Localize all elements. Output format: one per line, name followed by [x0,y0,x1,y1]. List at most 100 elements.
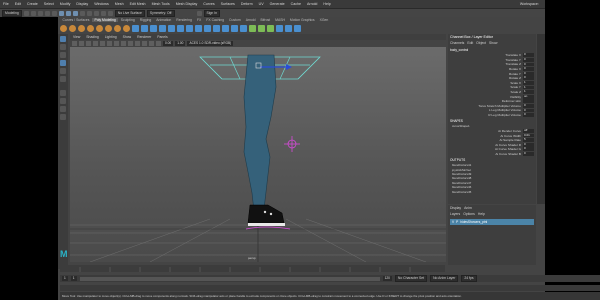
shelf-tab-mash[interactable]: MASH [273,18,288,22]
shelf-tab-arnold[interactable]: Arnold [243,18,258,22]
shelf-tab-fx-caching[interactable]: FX Caching [204,18,227,22]
attr-value-field[interactable]: on [523,94,534,99]
snap-point-icon[interactable] [93,10,99,16]
poly-torus-icon[interactable] [96,24,103,32]
gamma-field[interactable]: 1.00 [175,41,186,46]
menu-mesh-display[interactable]: Mesh Display [173,2,201,6]
menu-generate[interactable]: Generate [267,2,288,6]
fill-hole-icon[interactable] [204,24,211,32]
bevel-icon[interactable] [195,24,202,32]
menu-layers[interactable]: Layers [450,212,460,216]
scale-tool-icon[interactable] [60,76,66,82]
vp-menu-view[interactable]: View [70,35,83,39]
menu-edit-mesh[interactable]: Edit Mesh [127,2,149,6]
time-slider[interactable] [60,265,445,272]
multi-cut-icon[interactable] [222,24,229,32]
perspective-viewport[interactable] [70,47,446,263]
menu-edit[interactable]: Edit [12,2,24,6]
poly-disc-icon[interactable] [114,24,121,32]
menu-options[interactable]: Options [463,212,475,216]
menu-cache[interactable]: Cache [288,2,304,6]
menu-modify[interactable]: Modify [57,2,74,6]
vp-menu-shading[interactable]: Shading [83,35,101,39]
menu-select[interactable]: Select [41,2,57,6]
boolean-icon[interactable] [159,24,166,32]
smooth-shade-icon[interactable] [121,41,126,46]
exposure-field[interactable]: 0.00 [163,41,174,46]
edge-loop-icon[interactable] [231,24,238,32]
delete-history-icon[interactable] [294,24,301,32]
ipr-render-icon[interactable] [107,10,113,16]
move-tool-icon[interactable] [60,60,66,66]
poly-plane-icon[interactable] [105,24,112,32]
image-plane-icon[interactable] [86,41,91,46]
merge-icon[interactable] [213,24,220,32]
shelf-tab-rendering[interactable]: Rendering [174,18,195,22]
color-space-dropdown[interactable]: ACES 1.0 SDR-video (sRGB) [187,41,234,46]
playback-toggle-icon[interactable]: P [456,220,458,224]
tab-show[interactable]: Show [489,41,497,45]
rotate-tool-icon[interactable] [60,68,66,74]
isolate-select-icon[interactable] [149,41,154,46]
layer-row[interactable]: V P hidesShowers_ptnl [450,219,534,225]
select-object-icon[interactable] [65,10,71,16]
separate-icon[interactable] [141,24,148,32]
save-scene-icon[interactable] [37,10,43,16]
shelf-tab-fx[interactable]: FX [194,18,203,22]
shelf-tab-animation[interactable]: Animation [154,18,174,22]
menu-layer-help[interactable]: Help [478,212,485,216]
snap-grid-icon[interactable] [79,10,85,16]
menu-display[interactable]: Display [73,2,91,6]
redo-icon[interactable] [51,10,57,16]
shelf-tab-xgen[interactable]: XGen [317,18,331,22]
film-gate-icon[interactable] [100,41,105,46]
signin-button[interactable]: Sign In [203,9,221,17]
visibility-toggle-icon[interactable]: V [452,220,454,224]
camera-attributes-icon[interactable] [72,41,77,46]
tab-anim[interactable]: Anim [464,206,472,210]
menu-deform[interactable]: Deform [238,2,256,6]
select-component-icon[interactable] [72,10,78,16]
grid-toggle-icon[interactable] [93,41,98,46]
character-set-dropdown[interactable]: No Character Set [394,275,428,282]
open-scene-icon[interactable] [30,10,36,16]
tab-edit[interactable]: Edit [467,41,473,45]
menu-help[interactable]: Help [320,2,333,6]
range-end-field[interactable]: 120 [382,276,392,281]
menu-set-dropdown[interactable]: Modeling [2,9,22,17]
shape-attr-value-field[interactable]: 0 [523,151,534,156]
shelf-tab-rigging[interactable]: Rigging [137,18,154,22]
symmetry-dropdown[interactable]: Symmetry: Off [146,9,175,17]
menu-curves[interactable]: Curves [200,2,217,6]
bookmark-icon[interactable] [79,41,84,46]
shelf-tab-motion-graphics[interactable]: Motion Graphics [287,18,317,22]
undo-icon[interactable] [44,10,50,16]
side-panel-tabs[interactable] [537,34,545,204]
shelf-tab-poly-modeling[interactable]: Poly Modeling [91,18,119,22]
menu-file[interactable]: File [0,2,12,6]
uv-editor-icon[interactable] [249,24,256,32]
user-icon[interactable] [196,10,202,16]
poly-pyramid-icon[interactable] [123,24,130,32]
lights-icon[interactable] [135,41,140,46]
tab-object[interactable]: Object [476,41,486,45]
shelf-tab-curves-surfaces[interactable]: Curves / Surfaces [60,18,92,22]
lasso-tool-icon[interactable] [60,44,66,50]
shadows-icon[interactable] [142,41,147,46]
poly-cylinder-icon[interactable] [78,24,85,32]
range-slider[interactable] [79,276,380,281]
poly-sphere-icon[interactable] [60,24,67,32]
shelf-tab-bifrost[interactable]: Bifrost [258,18,273,22]
menu-mesh-tools[interactable]: Mesh Tools [149,2,173,6]
poly-cone-icon[interactable] [87,24,94,32]
menu-surfaces[interactable]: Surfaces [218,2,238,6]
menu-windows[interactable]: Windows [91,2,112,6]
snap-curve-icon[interactable] [86,10,92,16]
bridge-icon[interactable] [186,24,193,32]
tab-display[interactable]: Display [450,206,461,210]
shelf-tab-custom[interactable]: Custom [227,18,244,22]
textured-icon[interactable] [128,41,133,46]
select-hierarchy-icon[interactable] [58,10,64,16]
render-icon[interactable] [100,10,106,16]
side-layout-icon[interactable] [60,106,66,112]
